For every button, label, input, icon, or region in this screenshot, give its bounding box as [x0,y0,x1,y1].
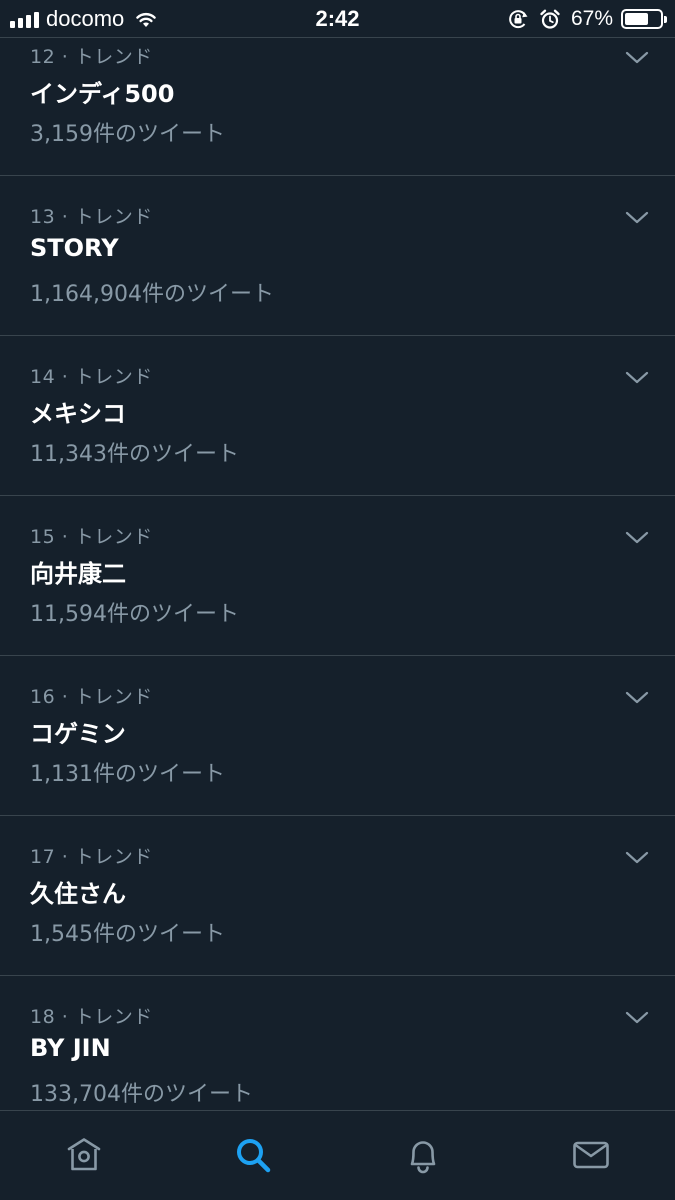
tab-messages[interactable] [569,1133,613,1177]
mail-icon [573,1141,609,1169]
chevron-down-icon[interactable] [625,530,649,546]
trend-item[interactable]: 15 · トレンド 向井康二 11,594件のツイート [0,496,675,656]
trend-tweet-count: 11,594件のツイート [30,602,239,627]
trend-list: 12 · トレンド インディ500 3,159件のツイート 13 · トレンド … [0,16,675,1136]
trend-tweet-count: 3,159件のツイート [30,122,225,147]
tab-search[interactable] [231,1133,275,1177]
tab-notifications[interactable] [401,1133,445,1177]
trend-rank: 15 · トレンド [30,526,153,548]
trend-tweet-count: 1,545件のツイート [30,922,225,947]
search-icon [237,1139,271,1173]
trend-rank: 14 · トレンド [30,366,153,388]
trend-tweet-count: 1,164,904件のツイート [30,282,274,307]
chevron-down-icon[interactable] [625,690,649,706]
status-left: docomo [10,0,158,38]
status-bar: docomo 2:42 67% [0,0,675,38]
tab-home[interactable] [62,1133,106,1177]
battery-percentage: 67% [570,7,613,30]
cellular-signal-icon [10,10,39,28]
status-divider [0,37,675,38]
trend-rank: 12 · トレンド [30,46,153,68]
trend-item[interactable]: 12 · トレンド インディ500 3,159件のツイート [0,16,675,176]
chevron-down-icon[interactable] [625,210,649,226]
trend-rank: 18 · トレンド [30,1006,153,1028]
alarm-icon [540,9,560,29]
trend-name: 久住さん [30,880,126,908]
trend-rank: 17 · トレンド [30,846,153,868]
chevron-down-icon[interactable] [625,370,649,386]
trend-tweet-count: 11,343件のツイート [30,442,239,467]
orientation-lock-icon [509,10,528,29]
bell-icon [410,1141,436,1174]
chevron-down-icon[interactable] [625,1010,649,1026]
chevron-down-icon[interactable] [625,850,649,866]
trend-name: BY JIN [30,1034,111,1062]
trend-name: コゲミン [30,720,126,748]
battery-icon [621,9,667,29]
trend-name: メキシコ [30,400,126,428]
trend-rank: 16 · トレンド [30,686,153,708]
carrier-name: docomo [46,6,125,31]
wifi-icon [136,13,157,27]
trend-tweet-count: 133,704件のツイート [30,1082,253,1107]
trend-name: 向井康二 [30,560,126,588]
twitter-trends-screen: 12 · トレンド インディ500 3,159件のツイート 13 · トレンド … [0,0,675,1200]
home-icon [67,1138,101,1171]
trend-rank: 13 · トレンド [30,206,153,228]
trend-tweet-count: 1,131件のツイート [30,762,225,787]
trend-item[interactable]: 16 · トレンド コゲミン 1,131件のツイート [0,656,675,816]
chevron-down-icon[interactable] [625,50,649,66]
trend-name: インディ500 [30,80,175,108]
trend-item[interactable]: 17 · トレンド 久住さん 1,545件のツイート [0,816,675,976]
bottom-tab-bar [0,1110,675,1200]
status-right: 67% [507,0,667,38]
trend-item[interactable]: 14 · トレンド メキシコ 11,343件のツイート [0,336,675,496]
trend-name: STORY [30,234,119,262]
trend-item[interactable]: 13 · トレンド STORY 1,164,904件のツイート [0,176,675,336]
battery-level-fill [625,13,648,25]
